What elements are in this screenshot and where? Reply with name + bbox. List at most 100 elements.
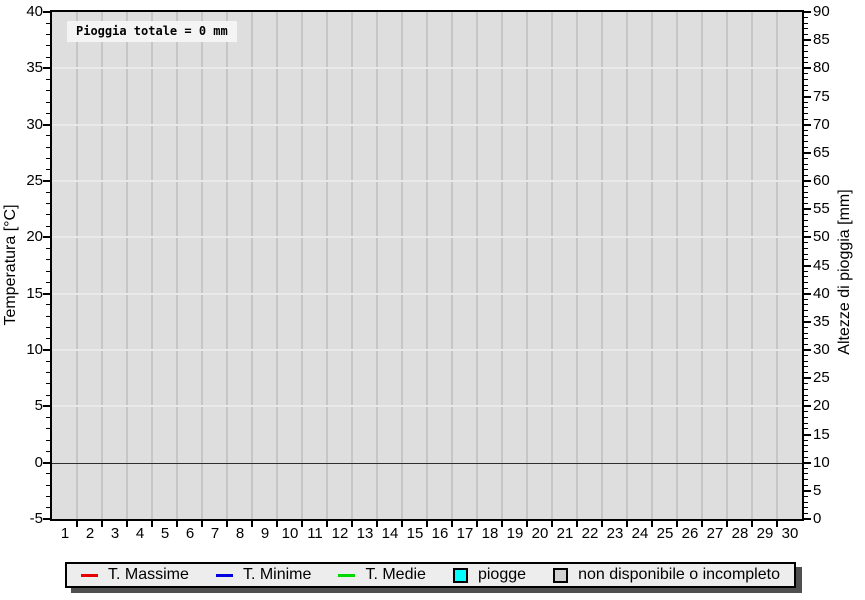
y-right-tick [804,135,808,136]
y-right-tick [804,440,808,441]
y-left-tick [46,192,50,193]
y-left-tick [46,417,50,418]
x-tick-label: 28 [727,526,753,542]
y-left-tick-label: 0 [0,454,43,472]
day-gridline [351,12,353,519]
day-gridline [501,12,503,519]
y-right-tick [804,400,808,401]
y-left-tick [46,496,50,497]
y-right-tick [804,180,811,182]
y-left-tick-label: -5 [0,510,43,528]
y-left-tick [46,57,50,58]
y-right-tick [804,186,808,187]
day-gridline [376,12,378,519]
x-tick-label: 8 [227,526,253,542]
x-tick-label: 6 [177,526,203,542]
y-right-tick [804,96,811,98]
y-left-tick [46,23,50,24]
y-right-tick [804,518,811,520]
y-right-tick [804,73,808,74]
y-right-tick [804,293,811,295]
y-right-tick [804,113,808,114]
y-right-tick [804,496,808,497]
x-tick-label: 9 [252,526,278,542]
x-tick-label: 13 [352,526,378,542]
y-right-tick [804,395,808,396]
day-gridline [626,12,628,519]
y-right-tick [804,361,808,362]
y-right-tick [804,17,808,18]
y-right-tick [804,333,808,334]
y-right-tick [804,417,808,418]
y-left-tick [43,180,50,182]
day-gridline [476,12,478,519]
y-right-tick [804,338,808,339]
temperature-major-gridline [52,349,802,351]
y-left-tick [46,79,50,80]
y-right-tick [804,355,808,356]
y-right-tick [804,344,808,345]
x-tick-label: 23 [602,526,628,542]
y-right-tick-label: 25 [813,369,853,387]
y-left-tick [46,361,50,362]
y-right-tick-label: 80 [813,59,853,77]
y-right-tick [804,34,808,35]
x-tick-label: 30 [777,526,803,542]
y-left-tick [46,226,50,227]
x-tick-label: 29 [752,526,778,542]
y-left-tick [46,451,50,452]
y-right-tick [804,321,811,323]
y-right-tick [804,254,808,255]
y-right-tick [804,457,808,458]
rain-total-annotation: Pioggia totale = 0 mm [67,21,237,42]
y-right-tick [804,242,808,243]
y-right-tick [804,434,811,436]
y-right-tick [804,310,808,311]
y-right-tick [804,197,808,198]
x-tick-label: 20 [527,526,553,542]
y-left-tick [46,259,50,260]
y-right-tick [804,158,808,159]
y-right-tick [804,107,808,108]
y-left-tick [46,271,50,272]
day-gridline [776,12,778,519]
y-right-tick [804,513,808,514]
legend-item-label: T. Medie [365,566,425,584]
y-right-tick [804,304,808,305]
y-right-tick [804,411,808,412]
y-right-tick-label: 60 [813,172,853,190]
y-right-tick [804,11,811,13]
y-left-tick [46,316,50,317]
y-right-tick [804,102,808,103]
y-right-tick [804,389,808,390]
y-left-tick [46,473,50,474]
y-left-tick [46,102,50,103]
y-right-tick [804,248,808,249]
x-tick-label: 22 [577,526,603,542]
y-left-tick [46,158,50,159]
y-right-tick [804,445,808,446]
y-right-tick [804,490,811,492]
y-right-tick [804,220,808,221]
x-tick-label: 10 [277,526,303,542]
y-left-tick [46,45,50,46]
y-right-tick [804,169,808,170]
legend-item: piogge [453,566,526,584]
y-left-tick [43,349,50,351]
day-gridline [526,12,528,519]
y-right-tick [804,462,811,464]
y-right-tick [804,276,808,277]
y-right-tick [804,23,808,24]
y-left-tick [43,67,50,69]
y-right-tick [804,62,808,63]
y-left-tick [46,203,50,204]
y-left-tick [46,383,50,384]
y-right-tick [804,124,811,126]
temperature-major-gridline [52,67,802,69]
y-right-tick [804,147,808,148]
y-left-tick [43,236,50,238]
y-right-tick-label: 70 [813,116,853,134]
day-gridline [676,12,678,519]
y-left-tick [43,11,50,13]
y-right-tick [804,164,808,165]
